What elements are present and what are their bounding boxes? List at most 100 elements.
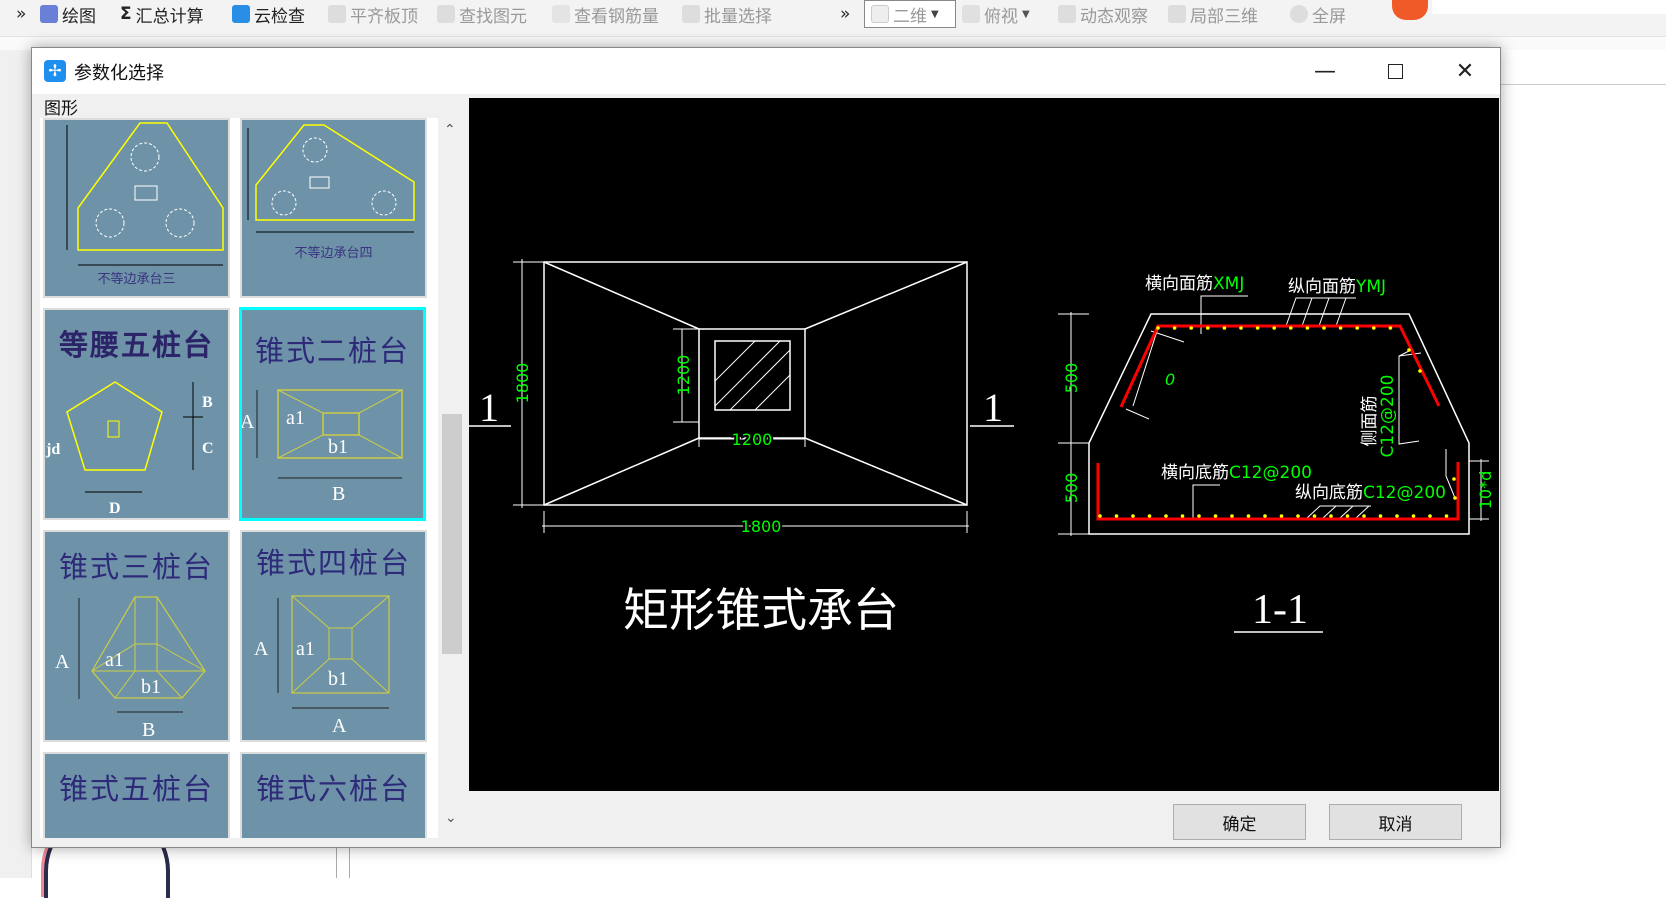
cone-4-diagram: A a1 b1 A [254,595,390,737]
toolbar-batch-select[interactable]: 批量选择 [682,2,772,27]
toolbar-top-view-label: 俯视 [984,6,1018,27]
rebar-dot [1098,514,1102,518]
ime-toolbar [1432,0,1666,14]
rebar-dot [1411,514,1416,518]
dim-label: jd [45,441,60,458]
rebar-dot [1338,326,1343,330]
rebar-dot [1312,514,1317,518]
svg-text:纵向面筋YMJ: 纵向面筋YMJ [1288,277,1386,297]
shape-item-pentagon-5[interactable]: 等腰五桩台 B C D jd [43,308,230,520]
input-method-logo [1392,0,1428,20]
preview-drawing: 1800 1200 1200 1800 1 1 矩形锥式承台 1-1 500 5… [469,259,1495,637]
toolbar-local-3d-label: 局部三维 [1190,6,1258,27]
rebar-dot [1197,514,1201,518]
dim-label: B [332,483,345,505]
pentagon-diagram: B C D jd [45,381,214,517]
rebar-dot [1213,514,1218,518]
label-top-x-code: XMJ [1213,274,1244,294]
rebar-dot [1114,514,1119,518]
shape-item-unequal-4[interactable]: 不等边承台四 [240,118,427,298]
cube-icon [962,5,980,23]
label-side-code: C12@200 [1378,375,1398,458]
rebar-dot [1164,514,1168,518]
toolbar-overflow-left[interactable]: » [16,2,26,26]
ok-button[interactable]: 确定 [1173,804,1306,840]
toolbar-draw[interactable]: 绘图 [40,2,96,27]
rebar-dot [1378,514,1383,518]
orbit-icon [1058,5,1076,23]
shape-item-cone-3[interactable]: 锥式三桩台 A a1 b1 B [43,530,230,742]
label-top-y: 纵向面筋 [1288,277,1356,297]
toolbar-view-rebar[interactable]: 查看钢筋量 [552,2,659,27]
rebar-dot [1322,326,1326,330]
toolbar-cloud-check-label: 云检查 [254,6,305,27]
toolbar-cloud-check[interactable]: 云检查 [232,2,305,27]
rebar-dot [1372,326,1376,330]
svg-text:横向底筋C12@200: 横向底筋C12@200 [1161,463,1312,483]
cancel-button[interactable]: 取消 [1329,804,1462,840]
rebar-dot [1255,326,1260,330]
toolbar-top-view[interactable]: 俯视 ▼ [962,2,1030,27]
toolbar-calc-label: 汇总计算 [135,6,204,27]
rebar-dot [1428,514,1432,518]
toolbar-calc[interactable]: Σ 汇总计算 [120,2,204,27]
label-top-x: 横向面筋 [1145,274,1213,294]
dim-label: B [142,719,155,741]
plan-view [469,259,1014,533]
dim-inner-width: 1200 [732,430,773,449]
shape-item-cone-2[interactable]: 锥式二桩台 A a1 b1 B [239,307,426,521]
scroll-thumb[interactable] [442,414,462,654]
toolbar-orbit[interactable]: 动态观察 [1058,2,1148,27]
rebar-dot [1395,514,1399,518]
app-icon: ✢ [44,60,66,82]
toolbar-align-slab[interactable]: 平齐板顶 [328,2,418,27]
section-title: 1-1 [1252,587,1308,633]
close-button[interactable]: ✕ [1430,48,1500,94]
dim-label: a1 [105,649,124,671]
scroll-up-icon[interactable]: ⌃ [444,122,456,138]
splitter[interactable] [336,848,350,878]
dim-label: A [55,651,70,673]
toolbar-fullscreen[interactable]: 全屏 [1290,2,1346,27]
dim-slope: 0 [1165,370,1175,389]
rebar-dot [1222,326,1227,330]
batch-select-icon [682,5,700,23]
shape-item-unequal-3[interactable]: 不等边承台三 [43,118,230,298]
rebar-dot [1172,326,1177,330]
dim-label: b1 [141,676,161,698]
shape-item-cone-4[interactable]: 锥式四桩台 A a1 b1 A [240,530,427,742]
maximize-button[interactable] [1360,48,1430,94]
dialog-button-bar: 确定 取消 [32,794,1500,848]
toolbar-find[interactable]: 查找图元 [437,2,527,27]
dialog-titlebar: ✢ 参数化选择 — ✕ [32,48,1500,94]
shape-caption: 不等边承台三 [97,272,176,287]
unequal-4-diagram [247,124,415,233]
minimize-button[interactable]: — [1290,48,1360,94]
rebar-dot [1131,514,1135,518]
rebar-dot [1156,326,1160,330]
section-mark-right: 1 [983,385,1003,430]
rebar-dot [1180,514,1185,518]
rebar-icon [552,5,570,23]
shape-gallery: 不等边承台三 不等边承台四 等腰五桩台 B C D jd 锥式二桩台 a1 b1… [40,118,438,838]
rebar-dot [1453,496,1457,500]
toolbar-align-slab-label: 平齐板顶 [350,6,418,27]
toolbar-draw-label: 绘图 [62,6,96,27]
rebar-dot [1189,326,1193,330]
cone-2-diagram: A a1 b1 B [242,389,403,505]
sigma-icon: Σ [120,4,132,24]
dim-label: a1 [286,407,305,429]
rebar-dot [1418,369,1422,373]
dim-label: a1 [296,638,315,660]
rebar-dot [1329,514,1333,518]
dim-label: D [109,500,121,517]
maximize-icon [1387,63,1403,79]
view-mode-select[interactable]: 二维 ▼ [864,0,956,28]
gallery-scrollbar[interactable]: ⌃ ⌄ [438,118,464,838]
svg-text:纵向底筋C12@200: 纵向底筋C12@200 [1295,483,1446,503]
toolbar-local-3d[interactable]: 局部三维 [1168,2,1258,27]
draw-icon [40,5,58,23]
parametric-select-dialog: ✢ 参数化选择 — ✕ 图形 不等边承台三 不等边承台四 等腰五桩台 B C D… [31,47,1501,848]
chevron-down-icon: ▼ [931,8,939,20]
toolbar-overflow-right[interactable]: » [840,2,850,26]
